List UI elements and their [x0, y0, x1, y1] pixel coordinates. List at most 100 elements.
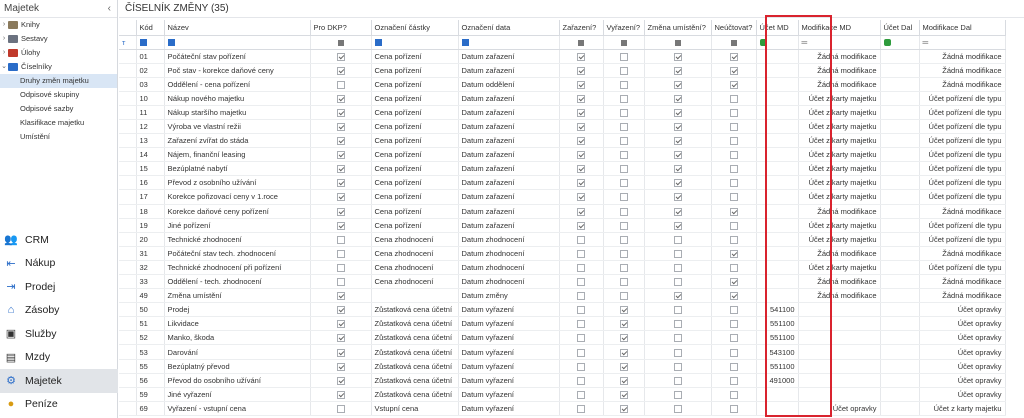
checkbox[interactable] — [336, 123, 345, 132]
filter-cell[interactable] — [371, 35, 459, 50]
table-row[interactable]: 56 Převod do osobního užívání Zůstatková c… — [119, 373, 1006, 388]
table-row[interactable]: 11 Nákup staršího majetku Cena pořízení Dat… — [119, 105, 1006, 120]
checkbox[interactable] — [673, 306, 682, 315]
checkbox[interactable] — [619, 278, 628, 287]
module-nákup[interactable]: ⇤ Nákup — [0, 252, 118, 276]
text-filter-icon[interactable] — [374, 39, 382, 47]
checkbox[interactable] — [577, 404, 585, 413]
checkbox[interactable] — [673, 278, 682, 287]
checkbox[interactable] — [336, 376, 345, 385]
filter-cell[interactable] — [559, 35, 604, 50]
checkbox[interactable] — [336, 165, 345, 174]
filter-cell[interactable] — [756, 35, 799, 50]
text-filter-icon[interactable] — [461, 39, 469, 47]
checkbox[interactable] — [577, 362, 585, 371]
checkbox[interactable] — [673, 320, 682, 329]
checkbox[interactable] — [729, 376, 738, 385]
checkbox[interactable] — [729, 108, 738, 117]
checkbox[interactable] — [336, 249, 345, 258]
column-header[interactable]: Změna umístění? — [644, 20, 712, 36]
checkbox[interactable] — [619, 123, 628, 132]
checkbox[interactable] — [619, 263, 628, 272]
checkbox[interactable] — [336, 320, 345, 329]
checkbox[interactable] — [673, 235, 682, 244]
checkbox[interactable] — [336, 94, 345, 103]
table-row[interactable]: 50 Prodej Zůstatková cena účetní Datum vyřa… — [119, 302, 1006, 318]
checkbox[interactable] — [729, 235, 738, 244]
checkbox[interactable] — [729, 249, 738, 258]
column-header[interactable]: Označení částky — [371, 20, 459, 36]
checkbox[interactable] — [336, 221, 345, 230]
checkbox[interactable] — [336, 108, 345, 117]
chevron-right-icon[interactable]: › — [0, 18, 8, 32]
table-row[interactable]: 14 Nájem, finanční leasing Cena pořízení Da… — [119, 147, 1006, 163]
checkbox[interactable] — [729, 165, 738, 174]
checkbox[interactable] — [619, 193, 628, 202]
table-row[interactable]: 32 Technické zhodnocení při pořízení Cena … — [119, 260, 1006, 276]
checkbox[interactable] — [729, 179, 738, 188]
checkbox[interactable] — [673, 123, 682, 132]
filter-icon[interactable]: ᴛ — [119, 35, 137, 50]
table-row[interactable]: 02 Poč stav - korekce daňové ceny Cena poř… — [119, 63, 1006, 78]
checkbox[interactable] — [336, 52, 345, 61]
checkbox[interactable] — [729, 221, 738, 230]
table-row[interactable]: 13 Zařazení zvířat do stáda Cena pořízení D… — [119, 133, 1006, 149]
tree-subitem[interactable]: Odpisové skupiny — [0, 88, 117, 102]
checkbox[interactable] — [336, 362, 345, 371]
checkbox[interactable] — [619, 137, 628, 146]
checkbox[interactable] — [729, 66, 738, 75]
checkbox[interactable] — [673, 151, 682, 160]
filter-cell[interactable] — [880, 35, 920, 50]
checkbox[interactable] — [619, 165, 628, 174]
filter-cell[interactable] — [644, 35, 712, 50]
checkbox[interactable] — [336, 278, 345, 287]
checkbox[interactable] — [729, 137, 738, 146]
table-row[interactable]: 16 Převod z osobního užívání Cena pořízení… — [119, 175, 1006, 191]
checkbox[interactable] — [729, 207, 738, 216]
checkbox[interactable] — [577, 235, 585, 244]
checkbox[interactable] — [673, 249, 682, 258]
filter-cell[interactable] — [310, 35, 372, 50]
text-filter-icon[interactable] — [167, 39, 175, 47]
checkbox[interactable] — [729, 390, 738, 399]
checkbox[interactable] — [729, 94, 738, 103]
checkbox[interactable] — [619, 66, 628, 75]
checkbox[interactable] — [673, 207, 682, 216]
number-filter-icon[interactable] — [883, 39, 891, 47]
table-row[interactable]: 03 Oddělení - cena pořízení Cena pořízení D… — [119, 77, 1006, 92]
checkbox[interactable] — [577, 348, 585, 357]
checkbox[interactable] — [336, 179, 345, 188]
table-row[interactable]: 59 Jiné vyřazení Zůstatková cena účetní Dat… — [119, 387, 1006, 402]
tree-item[interactable]: › Sestavy — [0, 32, 117, 46]
column-header[interactable]: Pro DKP? — [310, 20, 372, 36]
module-zásoby[interactable]: ⌂ Zásoby — [0, 299, 118, 323]
equals-filter-icon[interactable]: ═ — [802, 38, 808, 47]
checkbox[interactable] — [577, 137, 585, 146]
checkbox[interactable] — [673, 390, 682, 399]
checkbox[interactable] — [577, 151, 585, 160]
checkbox[interactable] — [673, 193, 682, 202]
checkbox[interactable] — [729, 404, 738, 413]
filter-cell[interactable]: ═ — [919, 35, 1006, 50]
checkbox[interactable] — [673, 362, 682, 371]
table-row[interactable]: 51 Likvidace Zůstatková cena účetní Datum v… — [119, 316, 1006, 332]
equals-filter-icon[interactable]: ═ — [923, 38, 929, 47]
checkbox[interactable] — [577, 320, 585, 329]
column-header[interactable]: Modifikace MD — [798, 20, 881, 36]
checkbox[interactable] — [619, 179, 628, 188]
table-row[interactable]: 12 Výroba ve vlastní režii Cena pořízení Da… — [119, 119, 1006, 135]
checkbox[interactable] — [619, 108, 628, 117]
checkbox[interactable] — [336, 193, 345, 202]
checkbox[interactable] — [619, 221, 628, 230]
checkbox[interactable] — [673, 334, 682, 343]
chevron-right-icon[interactable]: › — [0, 32, 8, 46]
table-row[interactable]: 49 Změna umístění Datum změny Žádná modifik… — [119, 288, 1006, 304]
module-majetek[interactable]: ⚙ Majetek — [0, 369, 118, 393]
checkbox[interactable] — [673, 137, 682, 146]
filter-cell[interactable]: ═ — [798, 35, 881, 50]
checkbox[interactable] — [577, 221, 585, 230]
column-header[interactable]: Označení data — [458, 20, 560, 36]
checkbox[interactable] — [577, 249, 585, 258]
checkbox[interactable] — [336, 334, 345, 343]
module-služby[interactable]: ▣ Služby — [0, 322, 118, 346]
